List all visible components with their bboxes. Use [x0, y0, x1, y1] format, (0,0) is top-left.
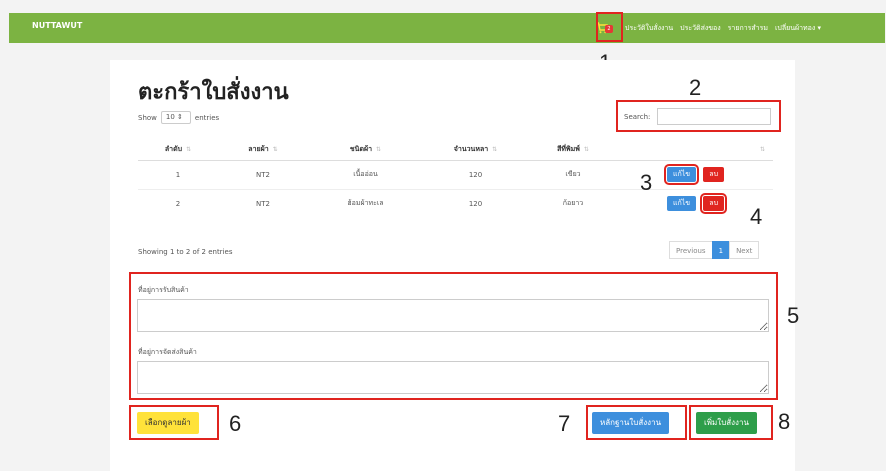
table-cell: 120	[423, 159, 528, 189]
column-header-print-color[interactable]: สีที่พิมพ์ ⇅	[528, 140, 618, 161]
table-cell: เนื้ออ่อน	[308, 159, 423, 189]
nav-link-order-history[interactable]: ประวัติใบสั่งงาน	[625, 23, 673, 34]
table-header-row: ลำดับ ⇅ ลายผ้า ⇅ ชนิดผ้า ⇅ จำนวนหลา ⇅ สีที่พ…	[138, 140, 773, 161]
column-header-fabric-type[interactable]: ชนิดผ้า ⇅	[308, 140, 423, 161]
delete-button[interactable]: ลบ	[703, 167, 725, 182]
annotation-number-2: 2	[689, 75, 702, 100]
table-cell: เขียว	[528, 159, 618, 189]
nav-link-delivery-history[interactable]: ประวัติส่งของ	[680, 23, 721, 34]
brand-logo[interactable]: NUTTAWUT	[32, 21, 82, 30]
navbar: NUTTAWUT 2 ประวัติใบสั่งงาน ประวัติส่งขอ…	[9, 13, 885, 43]
table-cell: 120	[423, 188, 528, 218]
column-header-index[interactable]: ลำดับ ⇅	[138, 140, 218, 161]
sort-icon: ⇅	[492, 146, 498, 154]
add-order-button[interactable]: เพิ่มใบสั่งงาน	[696, 412, 757, 434]
show-label: Show	[138, 113, 157, 122]
search-input[interactable]	[657, 108, 771, 125]
sort-icon: ⇅	[583, 146, 589, 154]
table-info: Showing 1 to 2 of 2 entries	[138, 248, 233, 256]
order-evidence-button[interactable]: หลักฐานใบสั่งงาน	[592, 412, 670, 434]
annotation-number-8: 8	[778, 409, 791, 434]
sort-icon: ⇅	[376, 146, 382, 154]
annotation-number-5: 5	[787, 303, 800, 328]
nav-menu: 2 ประวัติใบสั่งงาน ประวัติส่งของ รายการส…	[594, 19, 821, 37]
pagination-previous[interactable]: Previous	[669, 241, 713, 259]
table-cell: 2	[138, 188, 218, 218]
page: NUTTAWUT 2 ประวัติใบสั่งงาน ประวัติส่งขอ…	[0, 0, 886, 471]
edit-button[interactable]: แก้ไข	[663, 164, 700, 185]
receive-address-textarea[interactable]	[137, 299, 769, 332]
search-label: Search:	[624, 113, 651, 121]
annotation-number-3: 3	[640, 170, 653, 195]
annotation-box-cart	[596, 12, 623, 42]
page-title: ตะกร้าใบสั่งงาน	[138, 80, 289, 105]
entries-label: entries	[194, 113, 220, 122]
annotation-number-7: 7	[558, 411, 571, 436]
table-cell: NT2	[218, 188, 308, 218]
sort-icon: ⇅	[186, 146, 192, 154]
entries-select-value: 10	[165, 113, 175, 121]
ship-address-label: ที่อยู่การจัดส่งสินค้า	[138, 348, 197, 356]
pagination-page-1[interactable]: 1	[711, 241, 731, 259]
sort-icon: ⇅	[759, 146, 765, 154]
table-row: 1 NT2 เนื้ออ่อน 120 เขียว แก้ไข ลบ	[138, 159, 773, 189]
nav-link-items[interactable]: รายการสำรม	[728, 23, 768, 34]
column-header-pattern[interactable]: ลายผ้า ⇅	[218, 140, 308, 161]
column-header-actions[interactable]: ⇅	[618, 140, 773, 161]
pagination-next[interactable]: Next	[729, 241, 760, 259]
receive-address-label: ที่อยู่การรับสินค้า	[138, 286, 189, 294]
annotation-number-4: 4	[750, 204, 763, 229]
table-cell: ฮ้อมผ้าทะเล	[308, 188, 423, 218]
order-table: ลำดับ ⇅ ลายผ้า ⇅ ชนิดผ้า ⇅ จำนวนหลา ⇅ สีที่พ…	[138, 140, 773, 218]
column-header-yards[interactable]: จำนวนหลา ⇅	[423, 140, 528, 161]
nav-user-dropdown[interactable]: เปลี่ยนผ้าทอง	[775, 23, 821, 34]
edit-button[interactable]: แก้ไข	[666, 196, 697, 212]
entries-length-control: Show 10 ⇕ entries	[138, 111, 219, 124]
choose-pattern-button[interactable]: เลือกดูลายผ้า	[137, 412, 199, 434]
select-arrow-icon: ⇕	[177, 113, 183, 121]
entries-select[interactable]: 10 ⇕	[160, 111, 191, 124]
sort-icon: ⇅	[272, 146, 278, 154]
table-row: 2 NT2 ฮ้อมผ้าทะเล 120 ก้อยาว แก้ไข ลบ	[138, 188, 773, 218]
table-cell: ก้อยาว	[528, 188, 618, 218]
table-cell: NT2	[218, 159, 308, 189]
delete-button[interactable]: ลบ	[700, 193, 727, 215]
ship-address-textarea[interactable]	[137, 361, 769, 394]
pagination: Previous 1 Next	[669, 241, 760, 259]
annotation-number-6: 6	[229, 411, 242, 436]
table-cell: 1	[138, 159, 218, 189]
